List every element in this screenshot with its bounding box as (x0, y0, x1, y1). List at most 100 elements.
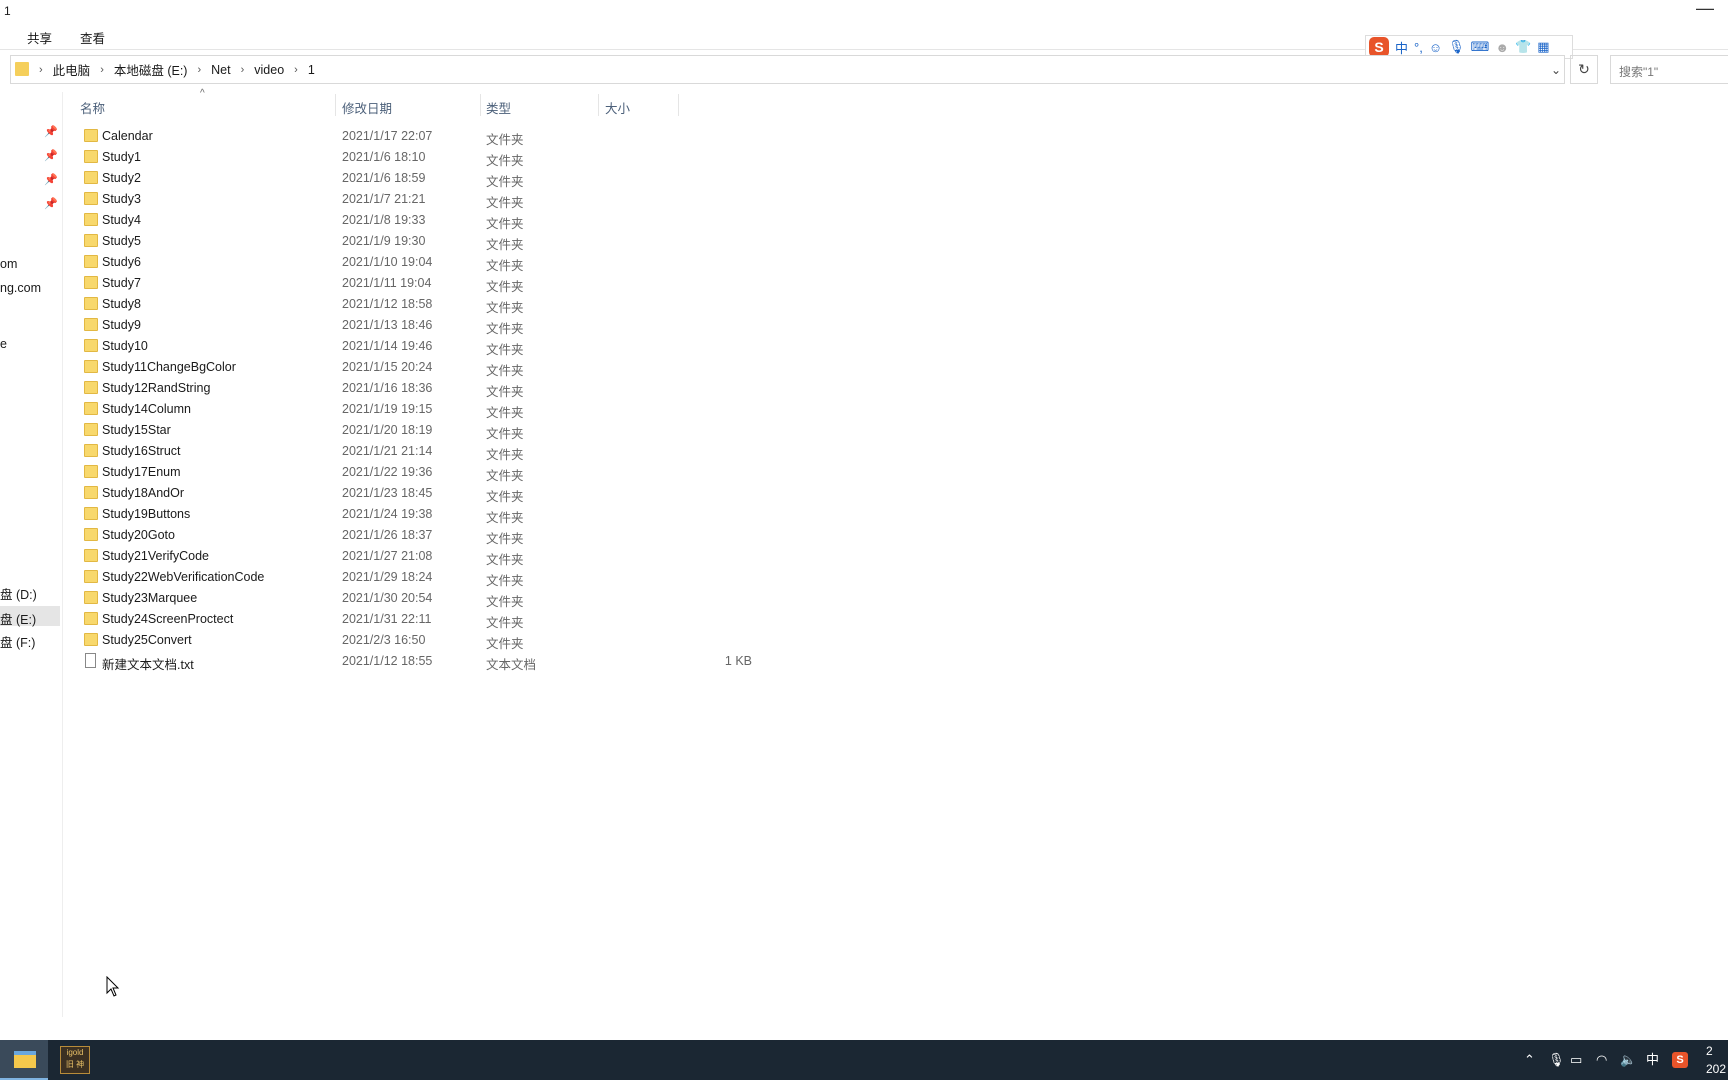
file-name: Study19Buttons (102, 507, 191, 521)
chevron-down-icon[interactable]: ⌄ (1546, 60, 1566, 80)
column-header-size[interactable]: 大小 (605, 98, 630, 117)
folder-icon (84, 507, 98, 520)
file-row[interactable]: Study24ScreenProctect 2021/1/31 22:11 文件夹 (80, 609, 680, 630)
file-name: Study24ScreenProctect (102, 612, 234, 626)
nav-item[interactable]: ng.com (0, 281, 41, 295)
nav-item-drive-e[interactable]: 盘 (E:) (0, 606, 60, 627)
file-row[interactable]: Study16Struct 2021/1/21 21:14 文件夹 (80, 441, 680, 462)
column-header-type[interactable]: 类型 (486, 98, 511, 117)
file-explorer-taskbar-button[interactable] (0, 1040, 48, 1080)
file-modified: 2021/1/8 19:33 (342, 213, 426, 227)
file-row[interactable]: Study14Column 2021/1/19 19:15 文件夹 (80, 399, 680, 420)
ime-mode-toggle[interactable]: 中 (1395, 38, 1408, 57)
column-divider[interactable] (335, 94, 336, 116)
file-type: 文件夹 (486, 553, 524, 567)
file-name: Study11ChangeBgColor (102, 360, 236, 374)
file-row[interactable]: Study10 2021/1/14 19:46 文件夹 (80, 336, 680, 357)
file-modified: 2021/1/10 19:04 (342, 255, 433, 269)
nav-item[interactable]: om (0, 257, 17, 271)
refresh-button[interactable]: ↻ (1570, 55, 1598, 84)
skin-shirt-icon[interactable]: 👕 (1515, 39, 1531, 55)
emoji-icon[interactable]: ☺ (1429, 40, 1442, 55)
mouse-cursor-icon (106, 976, 120, 997)
tab-view[interactable]: 查看 (80, 28, 105, 47)
folder-icon (84, 528, 98, 541)
file-modified: 2021/1/23 18:45 (342, 486, 433, 500)
breadcrumb-current[interactable]: 1 (308, 63, 315, 77)
volume-icon[interactable]: 🔈 (1620, 1040, 1636, 1080)
text-file-icon (85, 653, 96, 668)
file-modified: 2021/1/12 18:58 (342, 297, 433, 311)
nav-item-drive-f[interactable]: 盘 (F:) (0, 632, 35, 651)
file-row[interactable]: Study18AndOr 2021/1/23 18:45 文件夹 (80, 483, 680, 504)
file-row[interactable]: Study4 2021/1/8 19:33 文件夹 (80, 210, 680, 231)
file-name: Study8 (102, 297, 141, 311)
column-divider[interactable] (678, 94, 679, 116)
column-divider[interactable] (480, 94, 481, 116)
column-header-name[interactable]: 名称 (80, 98, 105, 117)
file-row[interactable]: Study19Buttons 2021/1/24 19:38 文件夹 (80, 504, 680, 525)
file-row[interactable]: Study22WebVerificationCode 2021/1/29 18:2… (80, 567, 680, 588)
file-row[interactable]: Study8 2021/1/12 18:58 文件夹 (80, 294, 680, 315)
file-row[interactable]: Study12RandString 2021/1/16 18:36 文件夹 (80, 378, 680, 399)
wifi-icon[interactable]: ◠ (1596, 1040, 1607, 1080)
ime-punct-toggle[interactable]: °, (1414, 40, 1423, 55)
sogou-tray-icon[interactable]: S (1672, 1052, 1688, 1068)
folder-icon (84, 570, 98, 583)
microphone-icon[interactable]: 🎙 (1548, 1040, 1565, 1080)
pin-icon: 📌 (44, 198, 58, 210)
file-row[interactable]: Study7 2021/1/11 19:04 文件夹 (80, 273, 680, 294)
chevron-right-icon[interactable]: › (241, 64, 245, 76)
file-row[interactable]: Study17Enum 2021/1/22 19:36 文件夹 (80, 462, 680, 483)
chevron-up-icon[interactable]: ⌃ (1524, 1040, 1535, 1080)
folder-icon (84, 339, 98, 352)
igold-app-taskbar-button[interactable]: igold 旧 神 (60, 1046, 90, 1074)
file-modified: 2021/1/20 18:19 (342, 423, 433, 437)
file-modified: 2021/1/14 19:46 (342, 339, 433, 353)
nav-item[interactable]: e (0, 337, 7, 351)
breadcrumb-net[interactable]: Net (211, 63, 230, 77)
breadcrumb-this-pc[interactable]: 此电脑 (53, 60, 91, 79)
minimize-button[interactable]: — (1696, 0, 1714, 19)
sogou-logo-icon[interactable]: S (1369, 37, 1389, 57)
breadcrumb-video[interactable]: video (254, 63, 284, 77)
file-row[interactable]: Study2 2021/1/6 18:59 文件夹 (80, 168, 680, 189)
ime-mode-indicator[interactable]: 中 (1646, 1040, 1659, 1080)
battery-icon[interactable]: ▭ (1570, 1040, 1582, 1080)
keyboard-icon[interactable]: ⌨ (1471, 39, 1490, 55)
file-type: 文件夹 (486, 154, 524, 168)
chevron-right-icon[interactable]: › (39, 64, 43, 76)
chevron-right-icon[interactable]: › (197, 64, 201, 76)
file-row[interactable]: Study1 2021/1/6 18:10 文件夹 (80, 147, 680, 168)
user-icon[interactable]: ☻ (1495, 40, 1509, 55)
file-type: 文件夹 (486, 406, 524, 420)
file-row[interactable]: Study23Marquee 2021/1/30 20:54 文件夹 (80, 588, 680, 609)
file-modified: 2021/1/21 21:14 (342, 444, 433, 458)
toolbox-grid-icon[interactable]: ▦ (1537, 39, 1549, 55)
file-name: Study1 (102, 150, 141, 164)
file-row[interactable]: Study6 2021/1/10 19:04 文件夹 (80, 252, 680, 273)
nav-item-drive-d[interactable]: 盘 (D:) (0, 584, 37, 603)
file-modified: 2021/1/11 19:04 (342, 276, 432, 290)
file-row[interactable]: Study15Star 2021/1/20 18:19 文件夹 (80, 420, 680, 441)
microphone-icon[interactable]: 🎙 (1448, 39, 1465, 55)
file-row[interactable]: Study21VerifyCode 2021/1/27 21:08 文件夹 (80, 546, 680, 567)
folder-icon (84, 276, 98, 289)
address-bar[interactable]: › 此电脑 › 本地磁盘 (E:) › Net › video › 1 ⌄ (10, 55, 1565, 84)
file-row[interactable]: Study3 2021/1/7 21:21 文件夹 (80, 189, 680, 210)
file-row[interactable]: Study11ChangeBgColor 2021/1/15 20:24 文件夹 (80, 357, 680, 378)
search-input[interactable]: 搜索"1" (1610, 55, 1728, 84)
file-row[interactable]: Study5 2021/1/9 19:30 文件夹 (80, 231, 680, 252)
clock[interactable]: 2 202 (1706, 1042, 1726, 1078)
breadcrumb-drive-e[interactable]: 本地磁盘 (E:) (114, 60, 188, 79)
chevron-right-icon[interactable]: › (100, 64, 104, 76)
file-row[interactable]: Study25Convert 2021/2/3 16:50 文件夹 (80, 630, 680, 651)
file-row[interactable]: 新建文本文档.txt 2021/1/12 18:55 文本文档 1 KB (80, 651, 752, 672)
chevron-right-icon[interactable]: › (294, 64, 298, 76)
tab-share[interactable]: 共享 (27, 28, 52, 47)
column-header-modified[interactable]: 修改日期 (342, 98, 392, 117)
file-row[interactable]: Study9 2021/1/13 18:46 文件夹 (80, 315, 680, 336)
file-row[interactable]: Calendar 2021/1/17 22:07 文件夹 (80, 126, 680, 147)
column-divider[interactable] (598, 94, 599, 116)
file-row[interactable]: Study20Goto 2021/1/26 18:37 文件夹 (80, 525, 680, 546)
